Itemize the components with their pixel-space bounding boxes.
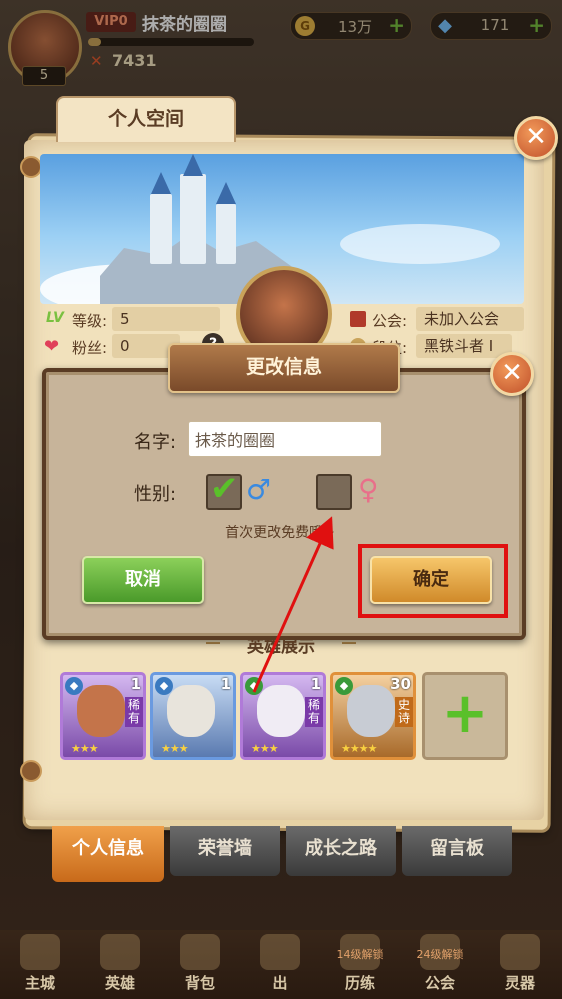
level-icon: LV xyxy=(46,310,64,326)
wind-element-icon: ◆ xyxy=(245,677,263,695)
hero-level: 1 xyxy=(130,675,141,693)
hero-stars: ★★★★ xyxy=(341,742,377,755)
hero-rarity-tag: 稀有 xyxy=(305,697,323,727)
castle-tower xyxy=(180,174,206,264)
hero-portrait xyxy=(257,685,305,737)
wind-element-icon: ◆ xyxy=(335,677,353,695)
castle-tower xyxy=(150,194,172,264)
castle-icon xyxy=(20,934,60,970)
hero-showcase-title: 英雄展示 xyxy=(247,637,315,657)
hero-portrait xyxy=(347,685,395,737)
hero-level: 1 xyxy=(220,675,231,693)
nav-main-city[interactable]: 主城 xyxy=(0,930,80,999)
nav-label: 出 xyxy=(272,974,288,992)
nav-label: 灵器 xyxy=(504,974,535,992)
name-input[interactable] xyxy=(188,421,382,457)
castle-roof xyxy=(216,182,236,204)
bottom-nav: 主城 英雄 背包 出 14级解锁 历练 24级解锁 公会 灵器 xyxy=(0,930,562,999)
nav-battle[interactable]: 出 xyxy=(240,930,320,999)
heart-icon: ❤ xyxy=(44,336,60,357)
water-element-icon: ◆ xyxy=(65,677,83,695)
guild-label: 公会: xyxy=(372,312,408,330)
close-dialog-button[interactable]: ✕ xyxy=(490,352,534,396)
male-checkbox[interactable]: ✔ xyxy=(206,470,242,510)
first-change-free-hint: 首次更改免费哦~ xyxy=(225,525,335,541)
hero-card[interactable]: ◆ 30 史诗 ★★★★ xyxy=(330,672,416,760)
nav-artifact[interactable]: 灵器 xyxy=(480,930,560,999)
hero-stars: ★★★ xyxy=(251,742,279,755)
cloud xyxy=(340,224,500,264)
panel-title-tab: 个人空间 xyxy=(56,96,236,142)
guild-value: 未加入公会 xyxy=(416,307,524,331)
level-value: 5 xyxy=(112,307,220,331)
close-panel-button[interactable]: ✕ xyxy=(514,116,558,160)
name-label: 名字: xyxy=(134,432,177,453)
tab-message-board[interactable]: 留言板 xyxy=(402,826,512,876)
fans-label: 粉丝: xyxy=(72,339,108,357)
nav-label: 背包 xyxy=(184,974,215,992)
male-icon: ♂ xyxy=(246,473,272,506)
unlock-hint: 24级解锁 xyxy=(416,948,464,961)
rank-value: 黑铁斗者 I xyxy=(416,334,512,358)
guild-icon xyxy=(350,311,366,327)
plus-icon: + xyxy=(441,681,489,746)
female-icon: ♀ xyxy=(358,473,379,506)
castle-tower xyxy=(216,204,236,264)
nav-guild[interactable]: 24级解锁 公会 xyxy=(400,930,480,999)
hero-stars: ★★★ xyxy=(71,742,99,755)
tab-growth-path[interactable]: 成长之路 xyxy=(286,826,396,876)
nav-label: 历练 xyxy=(344,974,375,992)
title-decoration xyxy=(342,642,356,644)
nav-training[interactable]: 14级解锁 历练 xyxy=(320,930,400,999)
hero-level: 1 xyxy=(310,675,321,693)
hero-card[interactable]: ◆ 1 稀有 ★★★ xyxy=(60,672,146,760)
female-checkbox[interactable]: ✔ xyxy=(316,474,352,510)
title-decoration xyxy=(206,642,220,644)
check-icon: ✔ xyxy=(210,469,239,509)
hero-card[interactable]: ◆ 1 ★★★ xyxy=(150,672,236,760)
tab-honor-wall[interactable]: 荣誉墙 xyxy=(170,826,280,876)
hero-level: 30 xyxy=(390,675,411,693)
binder-ring-icon xyxy=(20,156,42,178)
cancel-button[interactable]: 取消 xyxy=(82,556,204,604)
nav-label: 主城 xyxy=(24,974,55,992)
hero-rarity-tag: 史诗 xyxy=(395,697,413,727)
highlight-box xyxy=(358,544,508,618)
nav-backpack[interactable]: 背包 xyxy=(160,930,240,999)
hero-icon xyxy=(100,934,140,970)
artifact-icon xyxy=(500,934,540,970)
hero-rarity-tag: 稀有 xyxy=(125,697,143,727)
hero-portrait xyxy=(167,685,215,737)
hero-portrait xyxy=(77,685,125,737)
hero-stars: ★★★ xyxy=(161,742,189,755)
add-hero-button[interactable]: + xyxy=(422,672,508,760)
hero-card[interactable]: ◆ 1 稀有 ★★★ xyxy=(240,672,326,760)
nav-label: 英雄 xyxy=(104,974,135,992)
binder-ring-icon xyxy=(20,760,42,782)
battle-icon xyxy=(260,934,300,970)
gender-label: 性别: xyxy=(134,484,177,505)
water-element-icon: ◆ xyxy=(155,677,173,695)
nav-label: 公会 xyxy=(424,974,455,992)
castle-roof xyxy=(183,154,203,176)
backpack-icon xyxy=(180,934,220,970)
tab-personal-info[interactable]: 个人信息 xyxy=(52,826,164,882)
castle-roof xyxy=(151,172,171,194)
level-label: 等级: xyxy=(72,312,108,330)
unlock-hint: 14级解锁 xyxy=(336,948,384,961)
nav-heroes[interactable]: 英雄 xyxy=(80,930,160,999)
dialog-title: 更改信息 xyxy=(168,343,400,393)
